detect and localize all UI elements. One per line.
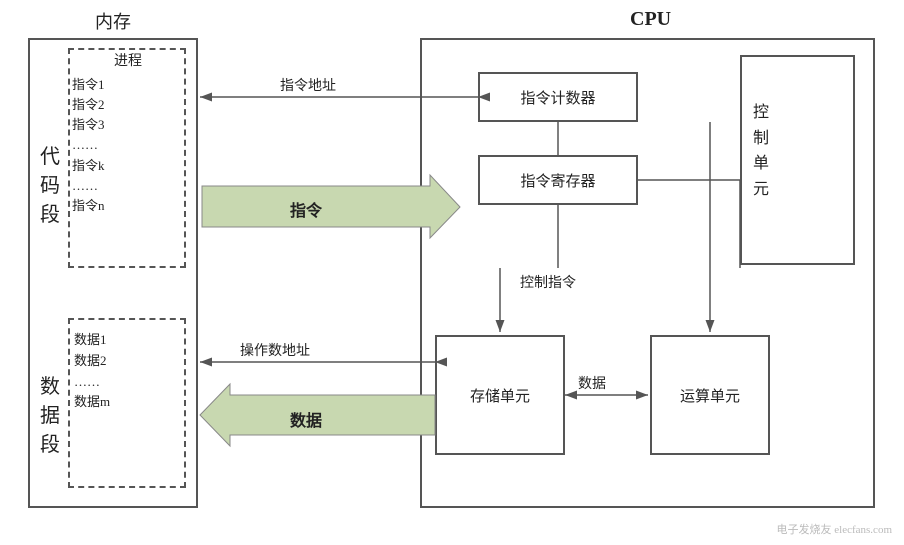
- data-label: 数据: [290, 407, 322, 431]
- list-item: 数据m: [74, 392, 110, 413]
- list-item: ……: [72, 176, 105, 196]
- alu-box: 运算单元: [650, 335, 770, 455]
- diagram-container: 内存 CPU 代 码 段 数 据 段 进程 指令1 指令2 指令3 …… 指令k…: [0, 0, 904, 545]
- instr-addr-label: 指令地址: [280, 75, 336, 95]
- list-item: ……: [74, 372, 110, 393]
- list-item: 指令2: [72, 95, 105, 115]
- instr-label: 指令: [290, 197, 322, 221]
- list-item: 指令k: [72, 156, 105, 176]
- process-label: 进程: [98, 50, 158, 70]
- data-list: 数据1 数据2 …… 数据m: [74, 330, 110, 413]
- watermark: 电子发烧友 elecfans.com: [777, 521, 892, 537]
- instr-register-box: 指令寄存器: [478, 155, 638, 205]
- ctrl-instr-label: 控制指令: [520, 272, 576, 292]
- list-item: 指令1: [72, 75, 105, 95]
- data2-label: 数据: [578, 373, 606, 393]
- instr-counter-box: 指令计数器: [478, 72, 638, 122]
- storage-unit-box: 存储单元: [435, 335, 565, 455]
- list-item: 数据2: [74, 351, 110, 372]
- data-segment-label: 数 据 段: [30, 370, 70, 457]
- list-item: 指令n: [72, 196, 105, 216]
- list-item: 指令3: [72, 115, 105, 135]
- control-unit-label: 控 制 单 元: [753, 100, 769, 202]
- instructions-list: 指令1 指令2 指令3 …… 指令k …… 指令n: [72, 75, 105, 216]
- op-addr-label: 操作数地址: [240, 340, 310, 360]
- cpu-label: CPU: [630, 8, 671, 31]
- list-item: ……: [72, 135, 105, 155]
- code-segment-label: 代 码 段: [30, 140, 70, 227]
- list-item: 数据1: [74, 330, 110, 351]
- memory-label: 内存: [95, 8, 131, 34]
